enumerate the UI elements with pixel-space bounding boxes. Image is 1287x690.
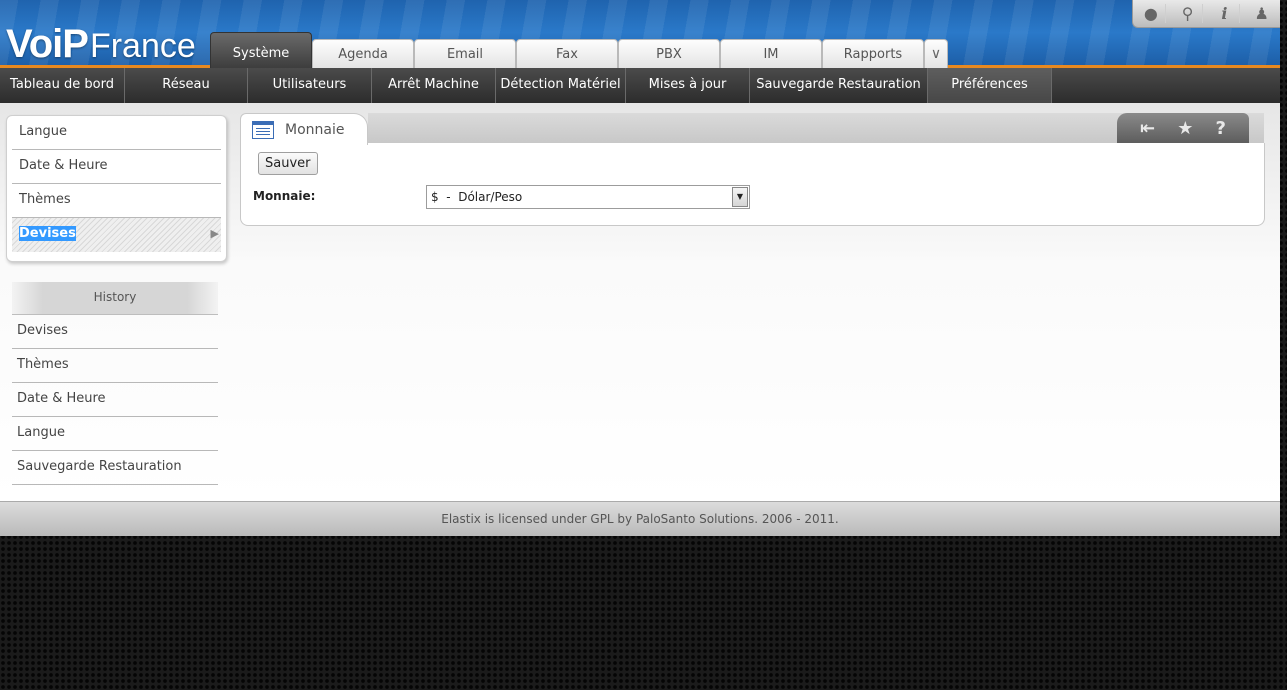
sidebar-item-langue[interactable]: Langue (12, 116, 221, 150)
currency-select-value: $ - Dólar/Peso (431, 190, 523, 204)
history-item-devises[interactable]: Devises (12, 315, 218, 349)
subnav-mises-a-jour[interactable]: Mises à jour (626, 68, 750, 103)
subnav-sauvegarde-restauration[interactable]: Sauvegarde Restauration (750, 68, 928, 103)
user-icon[interactable]: ♟ (1247, 4, 1277, 23)
tab-rapports[interactable]: Rapports (822, 39, 924, 68)
subnav-reseau[interactable]: Réseau (125, 68, 248, 103)
main-tabs: Système Agenda Email Fax PBX IM Rapports… (210, 32, 948, 68)
history-item-themes[interactable]: Thèmes (12, 349, 218, 383)
app-window: Vo iP France Système Agenda Email Fax PB… (0, 0, 1280, 536)
panel-tools: ⇤ ★ ? (1117, 113, 1249, 143)
tab-fax[interactable]: Fax (516, 39, 618, 68)
help-icon[interactable]: ? (1215, 118, 1225, 139)
history-item-langue[interactable]: Langue (12, 417, 218, 451)
history-list: Devises Thèmes Date & Heure Langue Sauve… (12, 315, 218, 485)
sidebar-item-label: Langue (19, 124, 67, 139)
logo: Vo iP France (6, 20, 196, 64)
info-icon[interactable]: i (1210, 4, 1240, 23)
tab-pbx[interactable]: PBX (618, 39, 720, 68)
currency-select[interactable]: $ - Dólar/Peso ▼ (426, 185, 750, 209)
collapse-sidebar-icon[interactable]: ⇤ (1140, 118, 1155, 139)
logo-text-france: France (89, 27, 196, 65)
tab-systeme[interactable]: Système (210, 32, 312, 68)
logo-text-ip: iP (52, 22, 89, 66)
subnav-utilisateurs[interactable]: Utilisateurs (248, 68, 372, 103)
search-icon[interactable]: ⚲ (1173, 4, 1204, 23)
panel-tab: Monnaie (240, 113, 368, 145)
dropdown-arrow-icon[interactable]: ▼ (732, 187, 748, 207)
header-bar: Vo iP France Système Agenda Email Fax PB… (0, 0, 1280, 68)
sidebar-item-devises[interactable]: Devises ▶ (12, 218, 221, 252)
tab-im[interactable]: IM (720, 39, 822, 68)
panel-title: Monnaie (285, 121, 345, 138)
sidebar-menu: Langue Date & Heure Thèmes Devises ▶ (6, 115, 227, 262)
subnav-tableau-de-bord[interactable]: Tableau de bord (0, 68, 125, 103)
star-icon[interactable]: ★ (1177, 118, 1193, 139)
top-icon-bar: ● ⚲ i ♟ (1132, 0, 1280, 28)
arrow-right-icon: ▶ (210, 227, 219, 240)
sub-navigation: Tableau de bord Réseau Utilisateurs Arrê… (0, 68, 1280, 103)
history-item-sauvegarde-restauration[interactable]: Sauvegarde Restauration (12, 451, 218, 485)
tab-email[interactable]: Email (414, 39, 516, 68)
subnav-preferences[interactable]: Préférences (928, 68, 1052, 103)
logo-text-vo: Vo (6, 22, 53, 66)
list-icon (252, 120, 274, 139)
footer: Elastix is licensed under GPL by PaloSan… (0, 501, 1280, 536)
sidebar-item-label: Thèmes (19, 192, 71, 207)
sidebar-item-label: Date & Heure (19, 158, 108, 173)
save-button[interactable]: Sauver (258, 152, 318, 175)
drop-icon[interactable]: ● (1136, 4, 1167, 23)
sidebar-item-themes[interactable]: Thèmes (12, 184, 221, 218)
history-title: History (12, 282, 218, 315)
sidebar-item-date-heure[interactable]: Date & Heure (12, 150, 221, 184)
chevron-down-icon[interactable]: ∨ (924, 39, 948, 68)
tab-agenda[interactable]: Agenda (312, 39, 414, 68)
currency-label: Monnaie: (253, 189, 316, 203)
panel-body: Sauver Monnaie: $ - Dólar/Peso ▼ (240, 143, 1265, 226)
subnav-detection-materiel[interactable]: Détection Matériel (496, 68, 626, 103)
subnav-arret-machine[interactable]: Arrêt Machine (372, 68, 496, 103)
history-item-date-heure[interactable]: Date & Heure (12, 383, 218, 417)
sidebar-item-label: Devises (19, 226, 76, 241)
